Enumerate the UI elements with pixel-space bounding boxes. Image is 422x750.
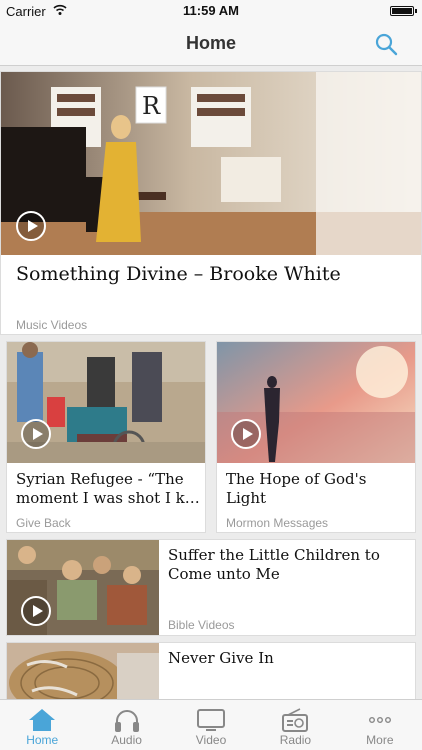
video-title[interactable]: Never Give In xyxy=(168,649,408,668)
featured-category: Music Videos xyxy=(16,318,88,332)
video-category: Give Back xyxy=(16,516,71,530)
tab-more[interactable]: More xyxy=(338,700,422,750)
tv-icon xyxy=(197,709,226,731)
navigation-bar: Home xyxy=(0,22,422,66)
featured-title[interactable]: Something Divine – Brooke White xyxy=(16,263,411,287)
tab-radio[interactable]: Radio xyxy=(253,700,337,750)
play-icon[interactable] xyxy=(16,211,46,241)
never-give-in-thumbnail-image xyxy=(7,643,159,699)
tab-home[interactable]: Home xyxy=(0,700,84,750)
video-card[interactable]: The Hope of God's Light Mormon Messages xyxy=(216,341,416,533)
status-time: 11:59 AM xyxy=(183,3,239,18)
content-feed[interactable]: R Something Divine – Brooke White Music … xyxy=(0,66,422,699)
video-category: Bible Videos xyxy=(168,618,235,632)
video-thumbnail[interactable] xyxy=(7,540,159,635)
home-icon xyxy=(29,709,56,731)
tab-label: Audio xyxy=(111,733,142,747)
tab-label: Video xyxy=(195,733,227,747)
tab-bar: Home Audio Video Radio More xyxy=(0,699,422,750)
svg-text:R: R xyxy=(142,92,161,120)
status-bar: Carrier 11:59 AM xyxy=(0,0,422,22)
video-title[interactable]: Syrian Refugee - “The moment I was shot … xyxy=(16,470,201,508)
video-thumbnail[interactable] xyxy=(217,342,415,463)
video-category: Mormon Messages xyxy=(226,516,329,530)
tab-video[interactable]: Video xyxy=(169,700,253,750)
video-thumbnail[interactable] xyxy=(7,342,205,463)
play-icon[interactable] xyxy=(21,596,51,626)
battery-icon xyxy=(390,6,417,16)
more-dots-icon xyxy=(368,716,391,723)
featured-thumbnail[interactable]: R xyxy=(1,72,421,255)
radio-icon xyxy=(282,708,309,732)
video-thumbnail[interactable] xyxy=(7,643,159,699)
video-list-item[interactable]: Suffer the Little Children to Come unto … xyxy=(6,539,416,636)
page-title: Home xyxy=(185,33,236,53)
featured-video-card[interactable]: R Something Divine – Brooke White Music … xyxy=(0,71,422,335)
tab-label: Radio xyxy=(279,733,312,747)
play-icon[interactable] xyxy=(21,419,51,449)
tab-audio[interactable]: Audio xyxy=(84,700,168,750)
featured-thumbnail-image: R xyxy=(1,72,421,255)
video-card[interactable]: Syrian Refugee - “The moment I was shot … xyxy=(6,341,206,533)
tab-label: Home xyxy=(26,733,59,747)
video-list-item[interactable]: Never Give In xyxy=(6,642,416,699)
tab-label: More xyxy=(366,733,394,747)
search-icon[interactable] xyxy=(374,32,398,56)
video-title[interactable]: Suffer the Little Children to Come unto … xyxy=(168,546,408,584)
headphones-icon xyxy=(114,710,139,732)
video-title[interactable]: The Hope of God's Light xyxy=(226,470,411,508)
play-icon[interactable] xyxy=(231,419,261,449)
